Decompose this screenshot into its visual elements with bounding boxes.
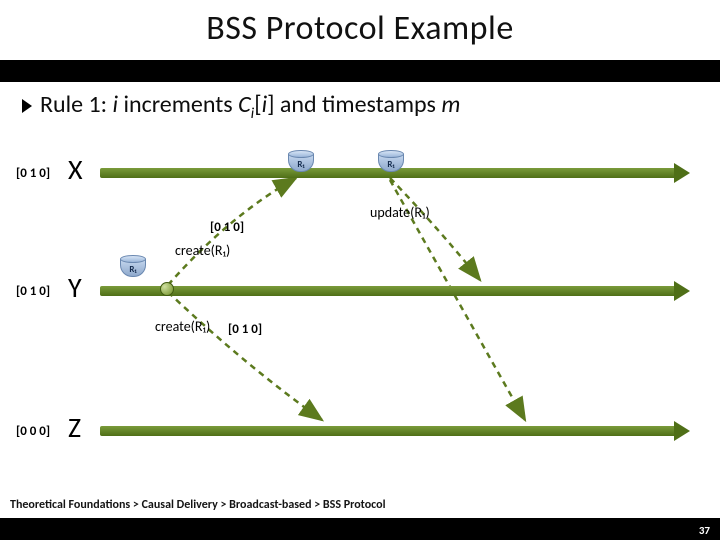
rule-text: Rule 1: i increments Ci[i] and timestamp… bbox=[22, 90, 702, 123]
ts-x: [0 1 0] bbox=[16, 166, 50, 181]
proc-y: Y bbox=[68, 270, 82, 305]
diagram-container: [0 1 0] X R₁ R₁ [0 1 0] Y R₁ [0 1 0] cre… bbox=[0, 130, 720, 470]
ts-z: [0 0 0] bbox=[16, 424, 50, 439]
breadcrumb: Theoretical Foundations > Causal Deliver… bbox=[10, 498, 386, 512]
label-update-r1: update(R₁) bbox=[370, 204, 430, 221]
replica-y-origin: R₁ bbox=[120, 255, 146, 279]
timeline-z bbox=[100, 424, 690, 438]
arrows-svg bbox=[0, 130, 720, 470]
rule-bracket-i: i bbox=[262, 90, 268, 119]
label-create-r1: create(R₁) bbox=[175, 242, 230, 259]
timeline-y bbox=[100, 284, 690, 298]
rule-mid2: and timestamps bbox=[274, 90, 441, 119]
replica-label: R₁ bbox=[378, 159, 404, 170]
ts-after-create-z: [0 1 0] bbox=[228, 322, 262, 337]
replica-label: R₁ bbox=[120, 264, 146, 275]
title-bar bbox=[0, 60, 720, 82]
timeline-y-shaft bbox=[100, 286, 676, 296]
timeline-z-shaft bbox=[100, 426, 676, 436]
rule-m: m bbox=[441, 90, 460, 119]
event-node-y bbox=[160, 282, 174, 296]
page-number: 37 bbox=[699, 524, 710, 537]
timeline-x-head-icon bbox=[674, 163, 690, 183]
timeline-y-head-icon bbox=[674, 281, 690, 301]
replica-label: R₁ bbox=[288, 159, 314, 170]
slide-root: BSS Protocol Example Rule 1: i increment… bbox=[0, 0, 720, 540]
proc-z: Z bbox=[68, 410, 81, 445]
label-create-r1-2: create(R₁) bbox=[155, 318, 210, 335]
rule-ci-sub: i bbox=[251, 104, 255, 123]
slide-title: BSS Protocol Example bbox=[0, 8, 720, 49]
ts-y: [0 1 0] bbox=[16, 284, 50, 299]
replica-x-1: R₁ bbox=[288, 150, 314, 174]
replica-x-2: R₁ bbox=[378, 150, 404, 174]
footer-bar: 37 bbox=[0, 518, 720, 540]
proc-x: X bbox=[68, 152, 83, 187]
rule-ci: C bbox=[238, 90, 251, 119]
bullet-triangle-icon bbox=[22, 99, 32, 113]
rule-prefix: Rule 1: bbox=[40, 90, 113, 119]
timeline-z-head-icon bbox=[674, 421, 690, 441]
rule-mid1: increments bbox=[118, 90, 238, 119]
ts-above-create: [0 1 0] bbox=[210, 220, 244, 235]
